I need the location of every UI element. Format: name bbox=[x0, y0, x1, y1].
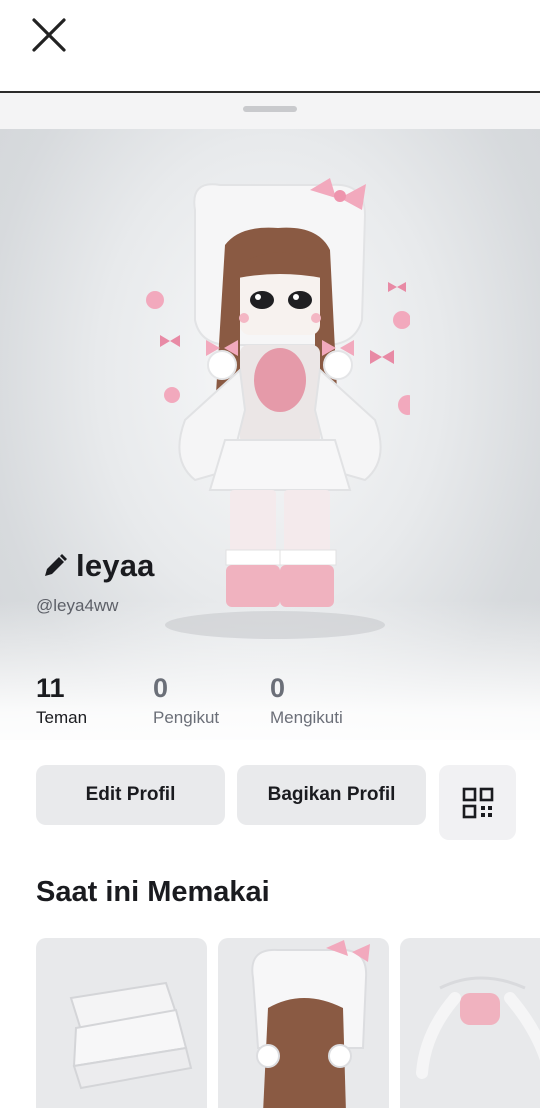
wearing-item-card[interactable] bbox=[218, 938, 389, 1108]
friends-count: 11 bbox=[36, 673, 65, 703]
share-profile-button[interactable]: Bagikan Profil bbox=[237, 765, 426, 825]
following-count: 0 bbox=[270, 673, 286, 703]
display-name-row[interactable]: leyaa bbox=[42, 546, 155, 586]
stat-following[interactable]: 0 Mengikuti bbox=[270, 672, 343, 728]
drag-handle[interactable] bbox=[243, 106, 297, 112]
close-button[interactable] bbox=[28, 14, 70, 56]
pencil-icon[interactable] bbox=[42, 553, 68, 579]
profile-page: leyaa @leya4ww 11 Teman 0 Pengikut 0 Men… bbox=[0, 0, 540, 1108]
qr-code-button[interactable] bbox=[439, 765, 516, 840]
top-bar bbox=[0, 0, 540, 93]
stat-followers[interactable]: 0 Pengikut bbox=[153, 672, 219, 728]
pigtails-item-thumbnail bbox=[416, 976, 540, 1079]
edit-profile-button[interactable]: Edit Profil bbox=[36, 765, 225, 825]
followers-label: Pengikut bbox=[153, 708, 220, 727]
currently-wearing-title: Saat ini Memakai bbox=[36, 876, 270, 908]
close-icon bbox=[32, 18, 66, 52]
qr-code-icon bbox=[462, 787, 493, 818]
friends-label: Teman bbox=[36, 708, 88, 727]
username: @leya4ww bbox=[36, 596, 119, 615]
avatar-image[interactable] bbox=[140, 170, 410, 640]
followers-count: 0 bbox=[153, 673, 169, 703]
wearing-item-card[interactable] bbox=[400, 938, 540, 1108]
hair-hat-item-thumbnail bbox=[251, 940, 370, 1108]
display-name: leyaa bbox=[76, 548, 155, 583]
skirt-item-thumbnail bbox=[69, 981, 193, 1090]
stat-friends[interactable]: 11 Teman bbox=[36, 672, 87, 728]
wearing-item-card[interactable] bbox=[36, 938, 207, 1108]
following-label: Mengikuti bbox=[270, 708, 343, 727]
